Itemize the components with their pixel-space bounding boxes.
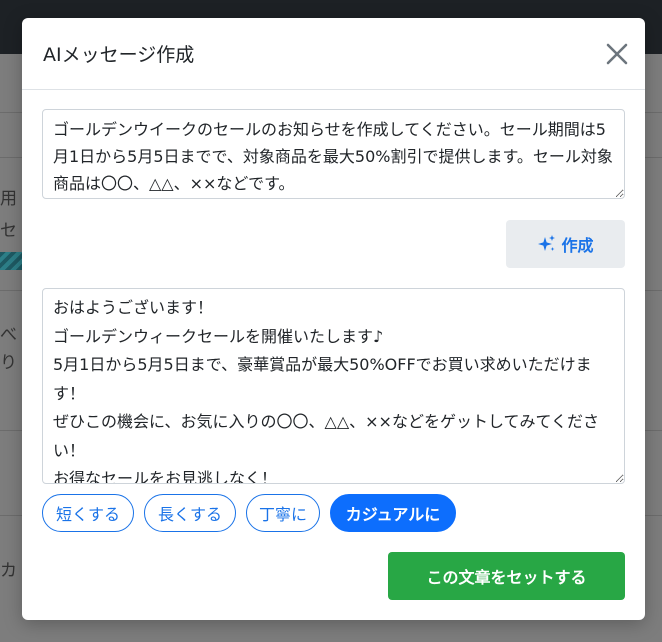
ai-message-modal: AIメッセージ作成 ゴールデンウイークのセールのお知らせを作成してください。セー…: [22, 18, 645, 620]
close-icon: [606, 43, 628, 65]
background-text: り: [0, 353, 17, 373]
generate-button[interactable]: 作成: [506, 220, 625, 268]
modal-title: AIメッセージ作成: [43, 44, 195, 66]
background-text: セ: [0, 221, 17, 241]
modal-header: AIメッセージ作成: [22, 18, 645, 90]
background-text: 用: [0, 189, 17, 209]
background-banner: [0, 252, 22, 270]
prompt-input[interactable]: ゴールデンウイークのセールのお知らせを作成してください。セール期間は5月1日から…: [42, 109, 625, 199]
lengthen-button[interactable]: 長くする: [144, 494, 236, 532]
close-button[interactable]: [603, 40, 631, 68]
shorten-button[interactable]: 短くする: [42, 494, 134, 532]
result-textarea[interactable]: おはようございます！ ゴールデンウィークセールを開催いたします♪ 5月1日から5…: [42, 288, 625, 484]
set-text-button[interactable]: この文章をセットする: [388, 552, 625, 600]
casual-button[interactable]: カジュアルに: [330, 494, 456, 532]
generate-button-label: 作成: [561, 236, 594, 255]
polite-button[interactable]: 丁寧に: [246, 494, 320, 532]
sparkle-icon: [538, 235, 556, 251]
background-text: カ: [0, 561, 17, 581]
background-text: べ: [0, 325, 17, 345]
